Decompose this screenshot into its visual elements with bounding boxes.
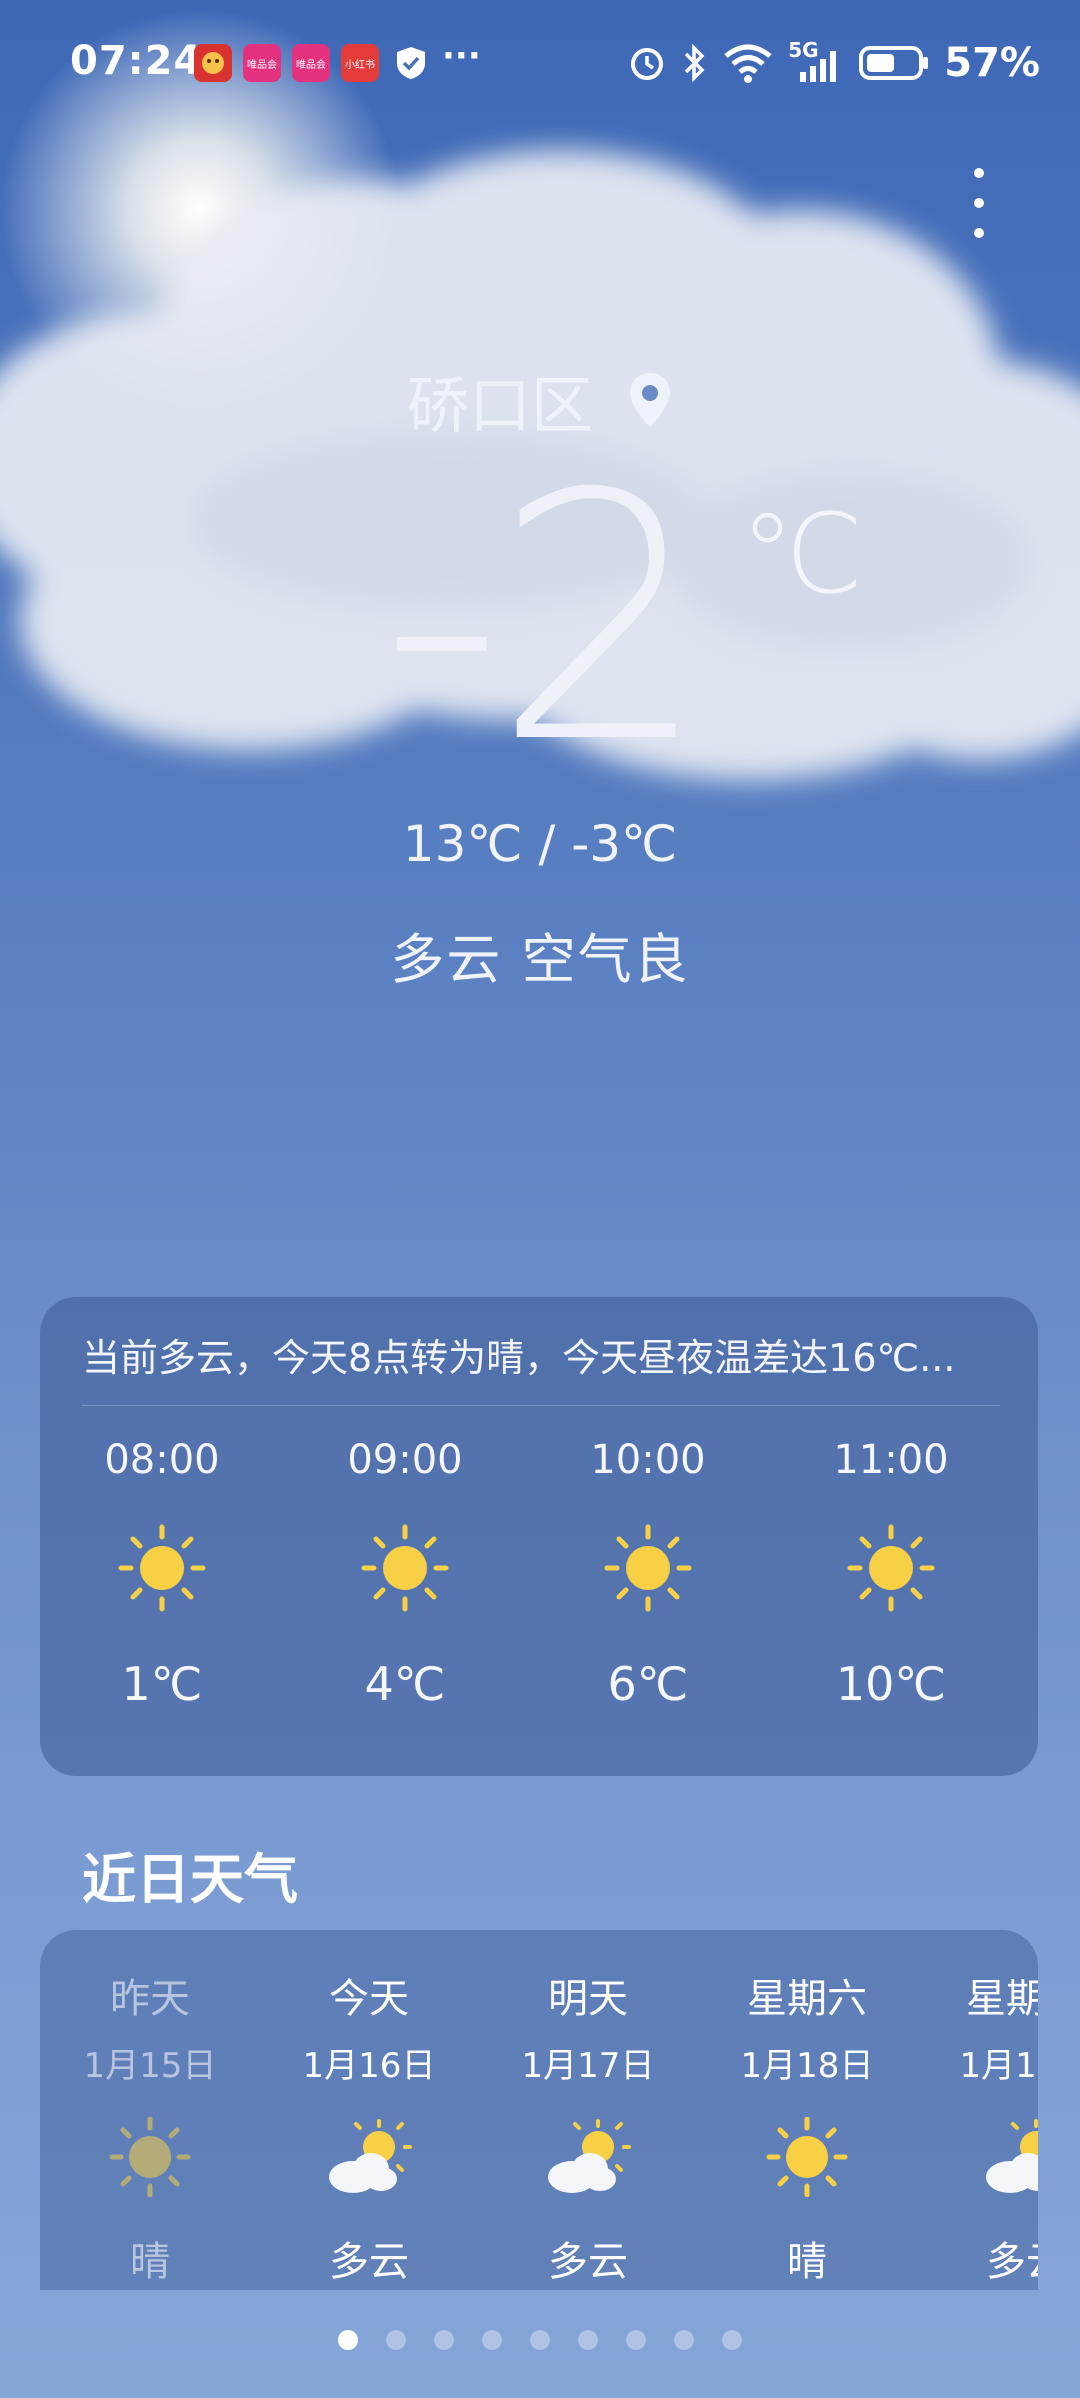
section-title-daily: 近日天气 <box>82 1848 298 1911</box>
page-dot[interactable] <box>626 2330 646 2350</box>
day-condition: 多云 <box>986 2239 1038 2285</box>
divider <box>82 1405 1000 1406</box>
hour-temperature: 10℃ <box>835 1657 947 1711</box>
partly-cloudy-icon <box>548 2119 631 2193</box>
day-name: 星期六 <box>747 1976 867 2022</box>
sun-icon <box>847 1524 935 1612</box>
page-dot[interactable] <box>530 2330 550 2350</box>
vip-app-icon: 唯品会 <box>243 44 281 82</box>
location-pin-icon <box>630 373 670 427</box>
partly-cloudy-icon <box>986 2119 1038 2193</box>
battery-percentage: 57% <box>944 40 1040 86</box>
day-item-today[interactable]: 今天 1月16日 多云 <box>269 1966 469 2287</box>
weather-condition: 多云 空气良 <box>390 928 690 991</box>
sun-icon <box>109 2116 191 2198</box>
day-date: 1月15日 <box>83 2046 217 2086</box>
hour-temperature: 1℃ <box>121 1657 203 1711</box>
sun-icon <box>361 1524 449 1612</box>
current-temperature: -2 ℃ <box>0 450 1080 790</box>
weather-summary: 当前多云，今天8点转为晴，今天昼夜温差达16℃... <box>82 1336 956 1380</box>
sun-icon <box>766 2116 848 2198</box>
hour-time: 08:00 <box>104 1437 220 1483</box>
hour-item: 10:00 6℃ <box>548 1427 748 1711</box>
status-time: 07:24 <box>70 38 203 84</box>
sun-icon <box>604 1524 692 1612</box>
page-indicator[interactable] <box>0 2330 1080 2350</box>
daily-forecast-card[interactable]: 昨天 1月15日 晴 今天 1月16日 多云 明天 1月17日 多云 星期六 1… <box>40 1930 1038 2290</box>
temperature-unit: ℃ <box>740 490 864 618</box>
day-item-saturday[interactable]: 星期六 1月18日 晴 <box>707 1966 907 2287</box>
sun-icon <box>118 1524 206 1612</box>
cellular-signal: 5G <box>788 38 844 84</box>
hour-item: 11:00 10℃ <box>791 1427 991 1711</box>
day-date: 1月18日 <box>740 2046 874 2086</box>
alarm-icon <box>631 48 664 80</box>
day-condition: 多云 <box>548 2239 628 2285</box>
lucky-app-icon <box>194 44 232 82</box>
page-dot[interactable] <box>338 2330 358 2350</box>
hourly-forecast-card[interactable]: 当前多云，今天8点转为晴，今天昼夜温差达16℃... 08:00 1℃ 09:0… <box>40 1297 1038 1776</box>
day-date: 1月17日 <box>521 2046 655 2086</box>
battery-icon <box>859 46 929 80</box>
xiaohongshu-app-icon: 小红书 <box>341 44 379 82</box>
day-name: 昨天 <box>110 1976 190 2022</box>
hour-temperature: 6℃ <box>607 1657 689 1711</box>
day-name: 明天 <box>548 1976 628 2022</box>
shield-check-icon <box>392 44 430 82</box>
day-item-yesterday[interactable]: 昨天 1月15日 晴 <box>50 1966 250 2287</box>
day-condition: 多云 <box>329 2239 409 2285</box>
hour-temperature: 4℃ <box>364 1657 446 1711</box>
partly-cloudy-icon <box>329 2119 412 2193</box>
hour-item: 08:00 1℃ <box>62 1427 262 1711</box>
day-name: 星期日 <box>966 1976 1038 2022</box>
page-dot[interactable] <box>674 2330 694 2350</box>
overflow-menu-icon[interactable] <box>960 160 1000 250</box>
wifi-icon <box>724 44 772 83</box>
day-condition: 晴 <box>130 2239 170 2285</box>
page-dot[interactable] <box>482 2330 502 2350</box>
day-name: 今天 <box>329 1976 409 2022</box>
day-date: 1月16日 <box>302 2046 436 2086</box>
temperature-range: 13℃ / -3℃ <box>402 815 678 873</box>
bluetooth-icon <box>685 43 705 83</box>
vip-app-icon: 唯品会 <box>292 44 330 82</box>
page-dot[interactable] <box>578 2330 598 2350</box>
day-date: 1月19日 <box>959 2046 1038 2086</box>
status-bar: 07:24 唯品会 唯品会 小红书 ··· 5G 57% <box>0 0 1080 130</box>
page-dot[interactable] <box>386 2330 406 2350</box>
signal-bars-icon <box>800 51 837 82</box>
hour-time: 09:00 <box>347 1437 463 1483</box>
hour-item: 09:00 4℃ <box>305 1427 505 1711</box>
temperature-value: -2 <box>380 422 709 818</box>
hour-time: 11:00 <box>833 1437 949 1483</box>
day-condition: 晴 <box>787 2239 827 2285</box>
page-dot[interactable] <box>434 2330 454 2350</box>
day-item-tomorrow[interactable]: 明天 1月17日 多云 <box>488 1966 688 2287</box>
day-item-sunday[interactable]: 星期日 1月19日 多云 <box>926 1966 1038 2287</box>
hour-time: 10:00 <box>590 1437 706 1483</box>
page-dot[interactable] <box>722 2330 742 2350</box>
status-right-group: 5G 57% <box>628 38 1040 88</box>
more-notifications-icon: ··· <box>442 36 481 76</box>
